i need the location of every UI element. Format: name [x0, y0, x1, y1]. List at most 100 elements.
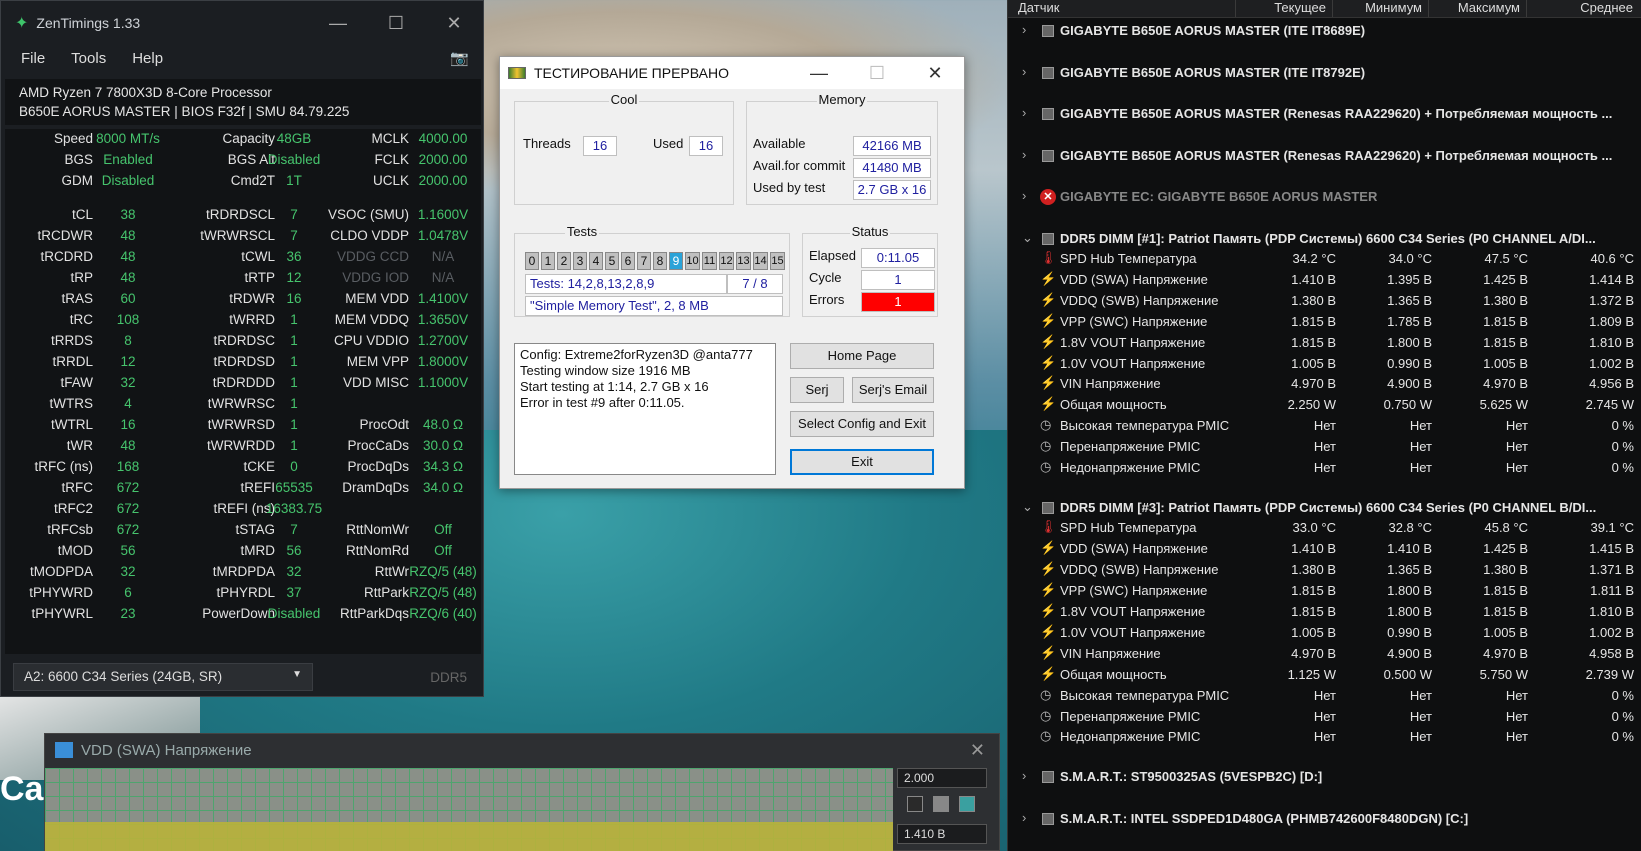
timing-value: RZQ/5 (48) [409, 564, 477, 579]
sensor-row[interactable]: ◷ Перенапряжение PMIC Нет Нет Нет 0 % [1008, 437, 1641, 457]
graph-swatch-teal[interactable] [959, 796, 975, 812]
sensor-group[interactable]: › GIGABYTE B650E AORUS MASTER (ITE IT8792… [1008, 63, 1641, 83]
sensor-row[interactable]: ⚡ VPP (SWC) Напряжение 1.815 В 1.800 В 1.815… [1008, 581, 1641, 601]
sensor-row[interactable]: ⚡ VDD (SWA) Напряжение 1.410 В 1.395 В 1.425… [1008, 270, 1641, 290]
graph-swatch-dark[interactable] [907, 796, 923, 812]
col-max-header[interactable]: Максимум [1429, 0, 1527, 17]
menu-help[interactable]: Help [132, 50, 163, 67]
timing-label: RttNomWr [346, 522, 409, 537]
sensor-row[interactable]: ⚡ VDDQ (SWB) Напряжение 1.380 В 1.365 В 1.38… [1008, 560, 1641, 580]
timings-grid: Speed 8000 MT/s Capacity 48GB MCLK 4000.00 BGS… [5, 129, 481, 654]
board-info: B650E AORUS MASTER | BIOS F32f | SMU 84.… [19, 104, 350, 119]
testmem-titlebar[interactable]: ТЕСТИРОВАНИЕ ПРЕРВАНО — ☐ ✕ [500, 57, 964, 89]
menu-file[interactable]: File [21, 50, 45, 67]
sensor-avg: 40.6 °C [1590, 251, 1634, 266]
chevron-right-icon[interactable]: › [1022, 64, 1026, 79]
sensor-row[interactable]: 🌡 SPD Hub Температура 33.0 °C 32.8 °C 45.8 °… [1008, 518, 1641, 538]
sensor-group[interactable]: › GIGABYTE B650E AORUS MASTER (Renesas RA… [1008, 146, 1641, 166]
sensor-name: VPP (SWC) Напряжение [1060, 583, 1208, 599]
lightning-icon: ⚡ [1040, 540, 1057, 556]
sensor-row[interactable]: ⚡ 1.8V VOUT Напряжение 1.815 В 1.800 В 1.815… [1008, 333, 1641, 353]
maximize-button: ☐ [868, 62, 886, 83]
timing-value: 168 [116, 459, 140, 474]
test-cell: 8 [653, 252, 667, 270]
col-avg-header[interactable]: Среднее [1527, 0, 1639, 17]
graph-titlebar[interactable]: VDD (SWA) Напряжение ✕ [45, 734, 999, 766]
select-config-exit-button[interactable]: Select Config and Exit [790, 411, 934, 437]
exit-button[interactable]: Exit [790, 449, 934, 475]
menu-tools[interactable]: Tools [71, 50, 106, 67]
chevron-right-icon[interactable]: › [1022, 105, 1026, 120]
sensor-group[interactable]: › GIGABYTE B650E AORUS MASTER (ITE IT8689… [1008, 21, 1641, 41]
minimize-button[interactable]: — [790, 63, 848, 84]
module-select[interactable]: A2: 6600 C34 Series (24GB, SR) ▼ [13, 663, 313, 691]
col-min-header[interactable]: Минимум [1333, 0, 1429, 17]
sensor-row[interactable]: 🌡 SPD Hub Температура 34.2 °C 34.0 °C 47.5 °… [1008, 249, 1641, 269]
sensor-row[interactable]: ⚡ VDD (SWA) Напряжение 1.410 В 1.410 В 1.425… [1008, 539, 1641, 559]
sensor-row[interactable]: ⚡ 1.8V VOUT Напряжение 1.815 В 1.800 В 1.815… [1008, 602, 1641, 622]
timing-row: tRC 108 tWRRD 1 MEM VDDQ 1.3650V [5, 312, 481, 332]
sensor-group[interactable]: › GIGABYTE B650E AORUS MASTER (Renesas RA… [1008, 104, 1641, 124]
sensor-group[interactable]: › ✕ GIGABYTE EC: GIGABYTE B650E AORUS MAST… [1008, 187, 1641, 207]
maximize-button[interactable]: ☐ [367, 13, 425, 34]
sensor-current: 1.410 В [1291, 271, 1336, 287]
sensor-row[interactable]: ⚡ 1.0V VOUT Напряжение 1.005 В 0.990 В 1.005… [1008, 623, 1641, 643]
sensor-row[interactable]: ◷ Высокая температура PMIC Нет Нет Нет 0 % [1008, 416, 1641, 436]
timing-value: 38 [120, 207, 136, 222]
close-icon[interactable]: ✕ [970, 740, 985, 761]
chevron-down-icon[interactable]: ⌄ [1022, 230, 1033, 246]
timing-value: 60 [120, 291, 136, 306]
chip-icon [1042, 149, 1054, 162]
timing-value: 48 [120, 270, 136, 285]
timing-value: RZQ/5 (48) [409, 585, 477, 600]
sensor-min: Нет [1409, 439, 1432, 455]
zentimings-titlebar[interactable]: ✦ ZenTimings 1.33 — ☐ ✕ [1, 1, 483, 45]
chevron-right-icon[interactable]: › [1022, 188, 1026, 203]
chevron-right-icon[interactable]: › [1022, 22, 1026, 37]
sensor-current: Нет [1313, 460, 1336, 475]
screenshot-camera-icon[interactable]: 📷 [450, 49, 469, 67]
test-cell: 10 [685, 252, 700, 270]
graph-swatch-gray[interactable] [933, 796, 949, 812]
sensor-row[interactable]: ⚡ VPP (SWC) Напряжение 1.815 В 1.785 В 1.815… [1008, 312, 1641, 332]
sensor-avg: 1.002 В [1589, 624, 1634, 640]
sensor-avg: 0 % [1611, 687, 1634, 703]
sensor-row[interactable]: ⚡ VIN Напряжение 4.970 В 4.900 В 4.970 В 4.95… [1008, 644, 1641, 664]
sensor-row[interactable]: ⚡ Общая мощность 2.250 W 0.750 W 5.625 W 2.74… [1008, 395, 1641, 415]
serj-button[interactable]: Serj [790, 377, 844, 403]
sensor-row[interactable]: ◷ Недонапряжение PMIC Нет Нет Нет 0 % [1008, 727, 1641, 747]
col-sensor-header[interactable]: Датчик [1008, 0, 1236, 17]
chevron-right-icon[interactable]: › [1022, 810, 1026, 825]
sensor-group[interactable]: › S.M.A.R.T.: ST9500325AS (5VESPB2C) [D:] [1008, 767, 1641, 787]
sensor-group[interactable]: ⌄ DDR5 DIMM [#1]: Patriot Память (PDP Сис… [1008, 229, 1641, 249]
sensor-row[interactable]: ⚡ VDDQ (SWB) Напряжение 1.380 В 1.365 В 1.38… [1008, 291, 1641, 311]
sensor-group[interactable]: ⌄ DDR5 DIMM [#3]: Patriot Память (PDP Сис… [1008, 498, 1641, 518]
col-current-header[interactable]: Текущее [1236, 0, 1333, 17]
chevron-right-icon[interactable]: › [1022, 768, 1026, 783]
serj-email-button[interactable]: Serj's Email [852, 377, 934, 403]
sensor-row[interactable]: ◷ Высокая температура PMIC Нет Нет Нет 0 % [1008, 686, 1641, 706]
sensor-row[interactable]: ⚡ VIN Напряжение 4.970 В 4.900 В 4.970 В 4.95… [1008, 374, 1641, 394]
home-page-button[interactable]: Home Page [790, 343, 934, 369]
chevron-right-icon[interactable]: › [1022, 147, 1026, 162]
status-group-label: Status [849, 224, 891, 239]
sensor-max: 1.815 В [1483, 313, 1528, 329]
sensor-row[interactable]: ◷ Перенапряжение PMIC Нет Нет Нет 0 % [1008, 707, 1641, 727]
sensor-avg: 1.810 В [1589, 604, 1634, 619]
chevron-down-icon[interactable]: ⌄ [1022, 499, 1033, 515]
timing-label: RttWr [374, 564, 409, 579]
close-button[interactable]: ✕ [425, 13, 483, 34]
minimize-button[interactable]: — [309, 13, 367, 34]
close-button[interactable]: ✕ [906, 63, 964, 84]
sensor-row[interactable]: ◷ Недонапряжение PMIC Нет Нет Нет 0 % [1008, 458, 1641, 478]
sensor-row[interactable]: ⚡ 1.0V VOUT Напряжение 1.005 В 0.990 В 1.005… [1008, 354, 1641, 374]
sensor-row[interactable]: ⚡ Общая мощность 1.125 W 0.500 W 5.750 W 2.73… [1008, 665, 1641, 685]
test-log[interactable]: Config: Extreme2forRyzen3D @anta777 Testi… [514, 343, 776, 475]
sensor-avg: 0 % [1611, 439, 1634, 455]
sensor-min: Нет [1409, 708, 1432, 724]
sensor-group[interactable]: › S.M.A.R.T.: INTEL SSDPED1D480GA (PHMB74… [1008, 809, 1641, 829]
current-test-field: "Simple Memory Test", 2, 8 MB [525, 296, 783, 316]
timing-label: BGS [64, 152, 93, 167]
sensor-avg: 1.415 В [1589, 541, 1634, 557]
used-label: Used [653, 136, 684, 151]
